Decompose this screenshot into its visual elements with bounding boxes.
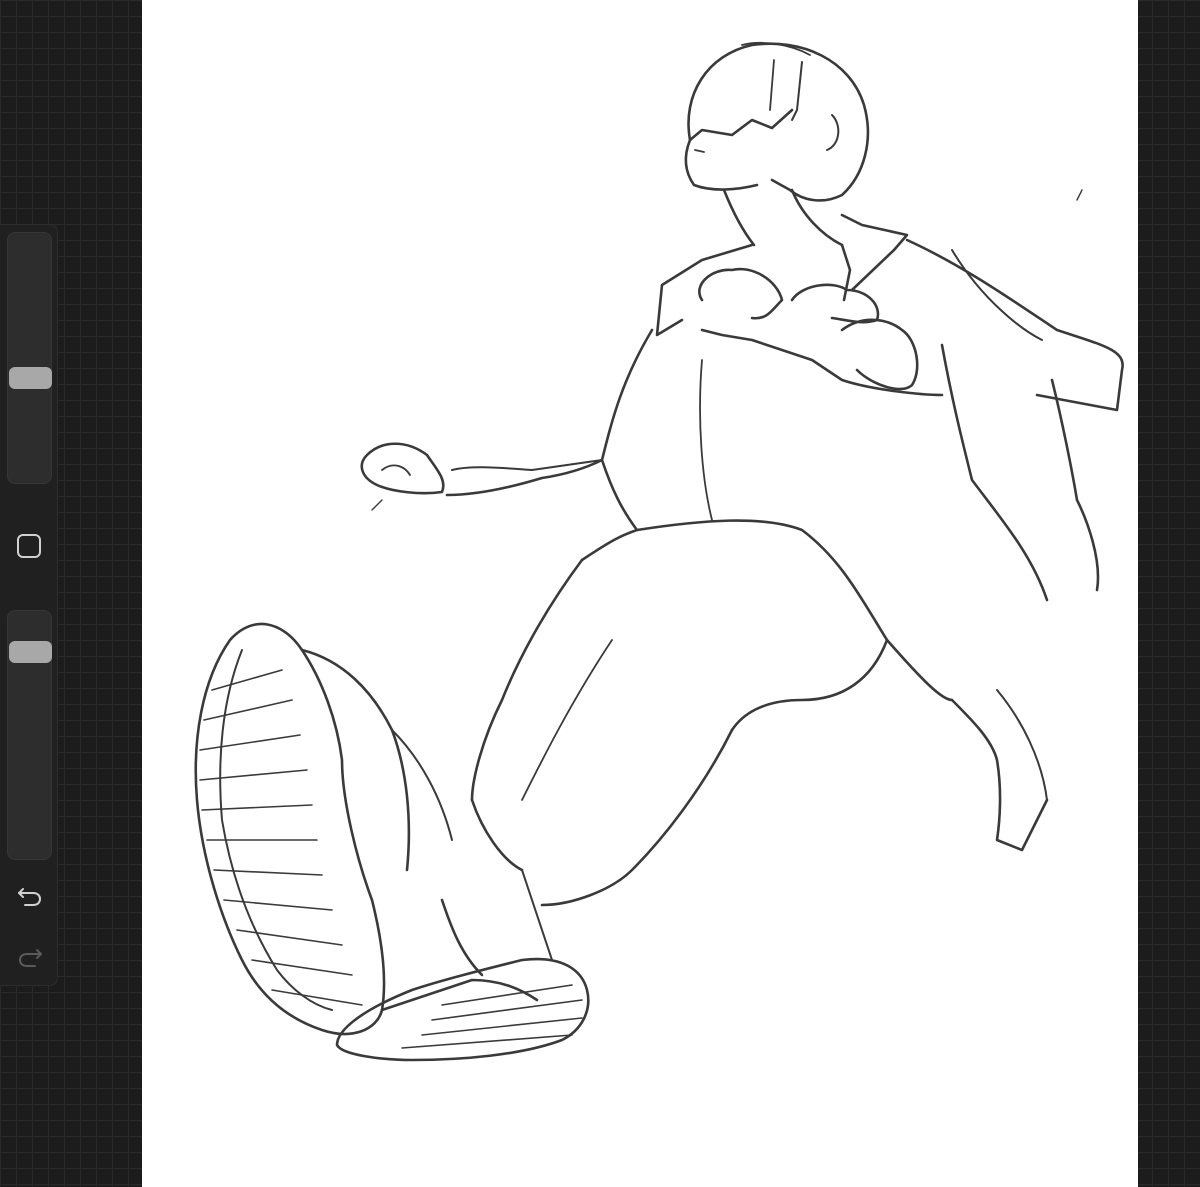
brush-size-slider[interactable] bbox=[7, 232, 52, 484]
procreate-workspace bbox=[0, 0, 1200, 1187]
drawing-canvas[interactable] bbox=[142, 0, 1138, 1187]
undo-arrow-icon[interactable] bbox=[13, 880, 47, 910]
opacity-slider-thumb[interactable] bbox=[9, 641, 52, 664]
opacity-slider[interactable] bbox=[7, 610, 52, 860]
redo-arrow-icon[interactable] bbox=[13, 941, 47, 971]
square-outline-icon[interactable] bbox=[17, 534, 41, 558]
brush-size-slider-thumb[interactable] bbox=[9, 367, 52, 390]
sketch-artwork bbox=[194, 42, 1124, 1062]
left-sidebar bbox=[0, 224, 58, 986]
